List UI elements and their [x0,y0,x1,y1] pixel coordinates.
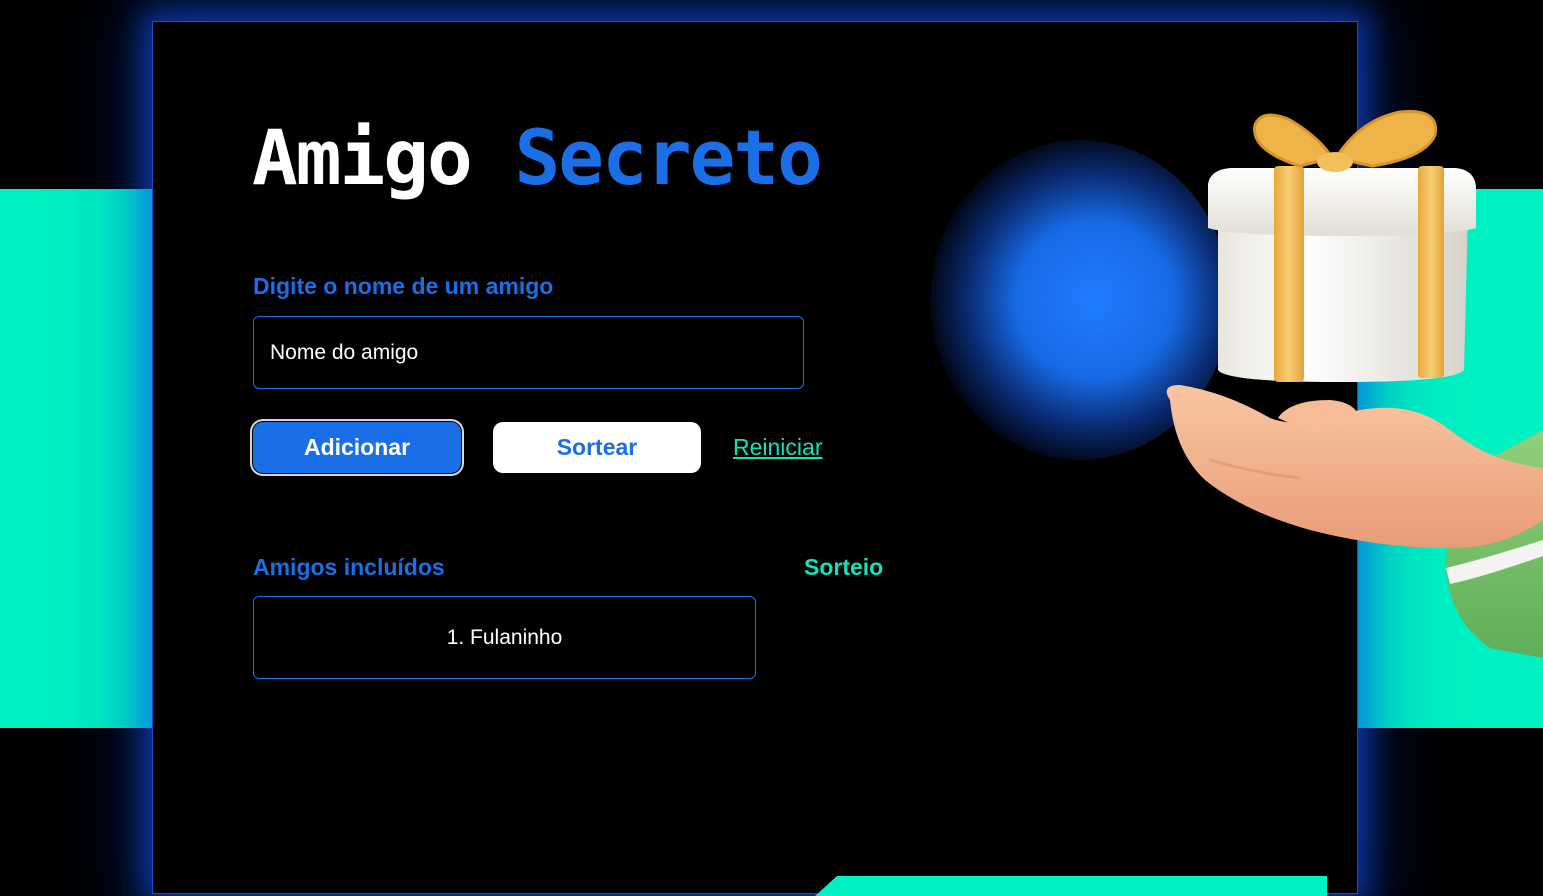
add-friend-button[interactable]: Adicionar [253,422,461,473]
teal-bottom-tab [815,876,1327,896]
friend-name-input[interactable] [253,316,804,389]
list-item: 1. Fulaninho [446,625,563,649]
gift-on-hand-icon [1150,100,1543,660]
title-amigo: Amigo [252,113,473,202]
app-stage: Amigo Secreto Digite o nome de um amigo … [0,0,1543,896]
friend-name-label: Digite o nome de um amigo [253,273,554,299]
title-secreto: Secreto [514,113,823,202]
draw-result-heading: Sorteio [804,554,884,580]
draw-button[interactable]: Sortear [493,422,701,473]
friends-list: 1. Fulaninho [253,596,756,679]
friends-list-heading: Amigos incluídos [253,554,445,580]
page-title: Amigo Secreto [252,108,823,208]
reset-link[interactable]: Reiniciar [733,432,822,462]
